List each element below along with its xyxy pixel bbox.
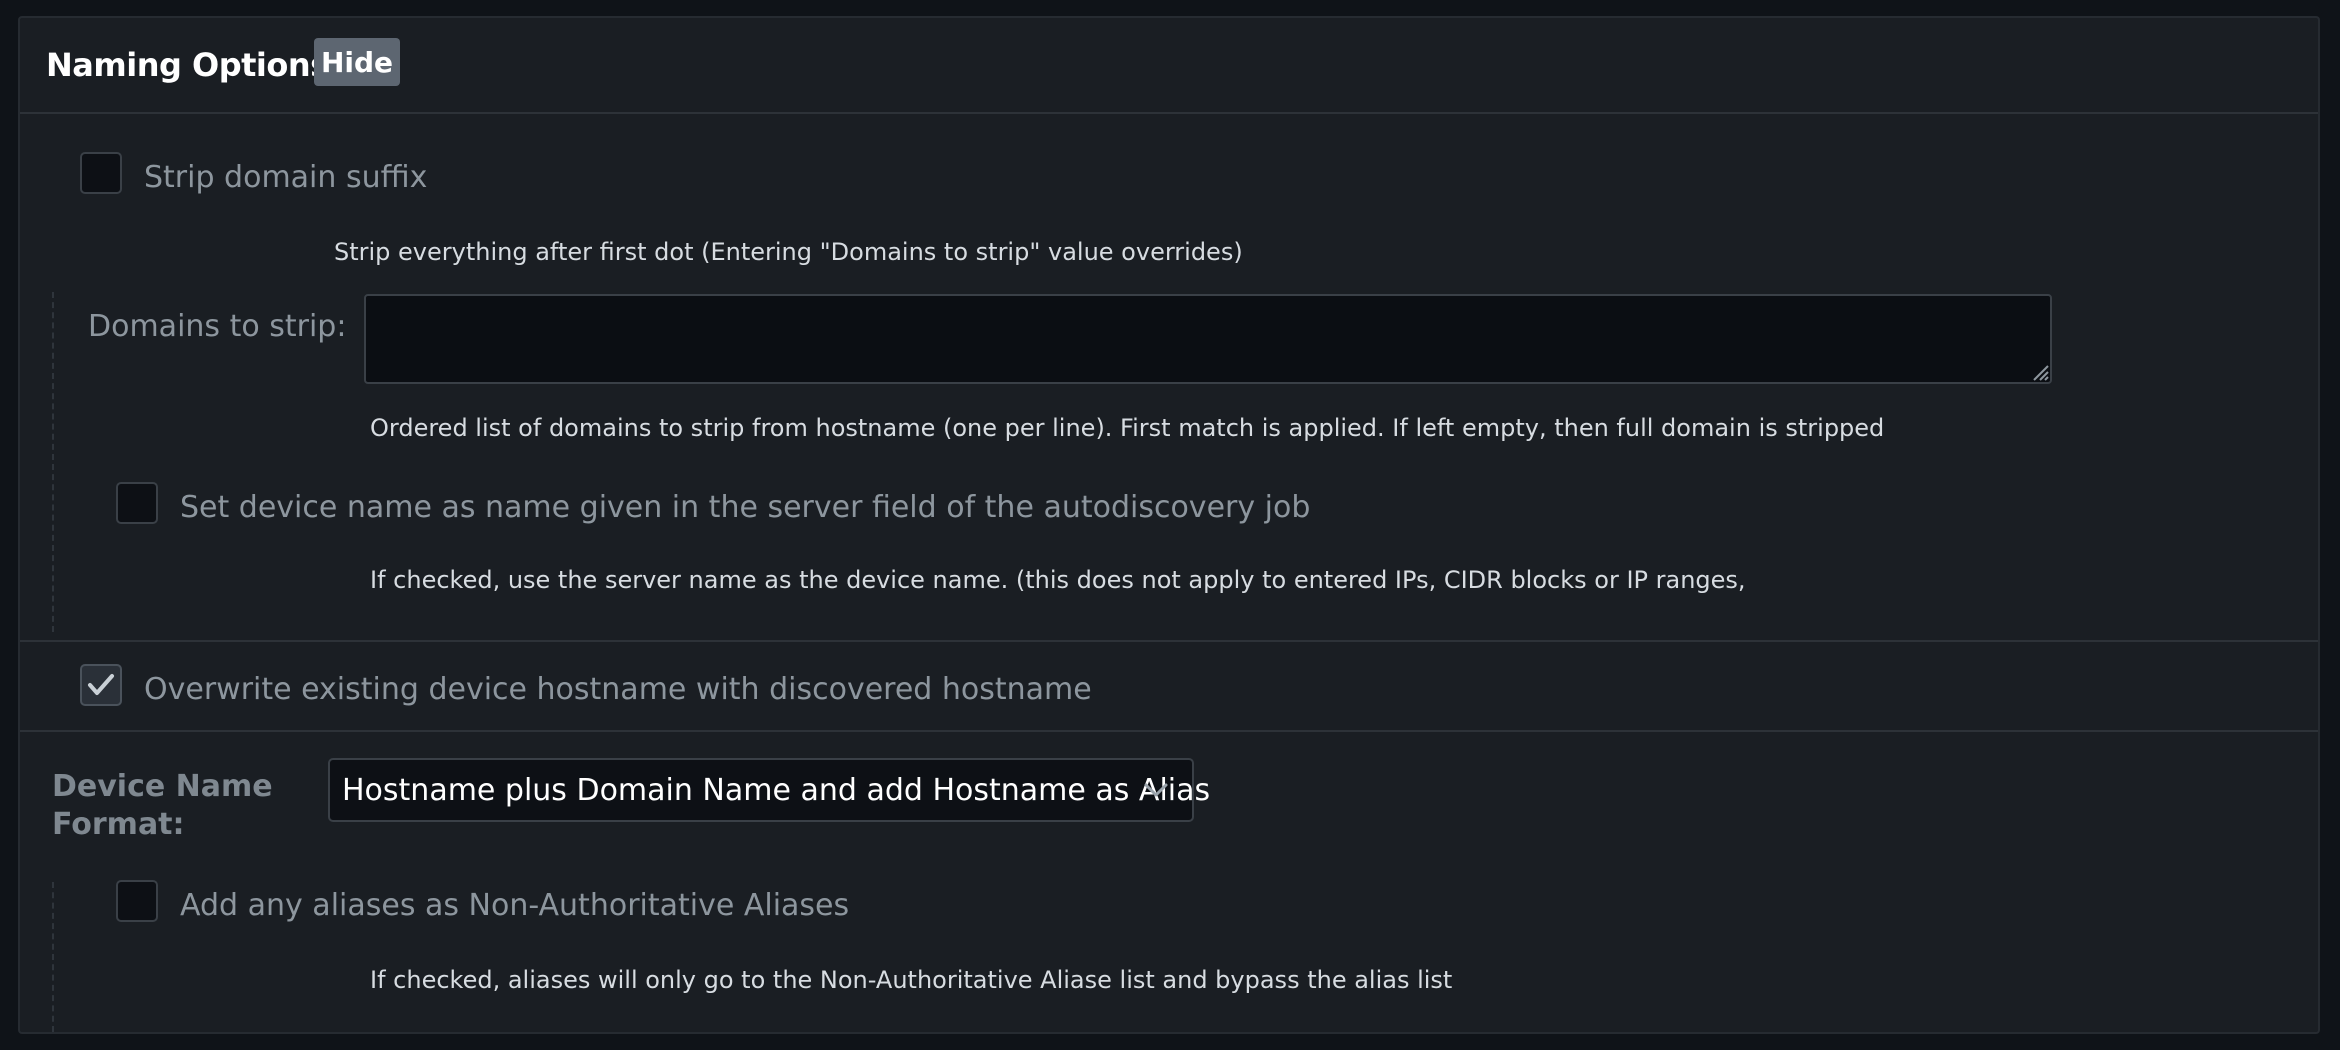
strip-domain-label: Strip domain suffix (144, 160, 428, 195)
overwrite-hostname-label: Overwrite existing device hostname with … (144, 672, 1092, 707)
server-name-label: Set device name as name given in the ser… (180, 490, 1311, 525)
overwrite-hostname-checkbox[interactable] (80, 664, 122, 706)
device-name-format-value: Hostname plus Domain Name and add Hostna… (342, 773, 1211, 808)
naming-options-panel: Naming Options Hide Strip domain suffix … (18, 16, 2320, 1034)
server-name-checkbox[interactable] (116, 482, 158, 524)
chevron-down-icon (1144, 783, 1168, 797)
nested-guide (52, 882, 54, 1032)
strip-domain-checkbox[interactable] (80, 152, 122, 194)
section-divider (20, 730, 2318, 732)
aliases-help: If checked, aliases will only go to the … (370, 966, 1453, 994)
section-divider (20, 640, 2318, 642)
domains-to-strip-input[interactable] (364, 294, 2052, 384)
domains-to-strip-help: Ordered list of domains to strip from ho… (370, 414, 1885, 442)
aliases-checkbox[interactable] (116, 880, 158, 922)
aliases-label: Add any aliases as Non-Authoritative Ali… (180, 888, 850, 923)
server-name-help: If checked, use the server name as the d… (370, 566, 1746, 594)
domains-to-strip-label: Domains to strip: (88, 309, 347, 344)
checkmark-icon (88, 674, 114, 695)
resize-grip-icon[interactable] (2032, 364, 2050, 382)
device-name-format-select[interactable]: Hostname plus Domain Name and add Hostna… (328, 758, 1210, 822)
device-name-format-label: Device Name Format: (52, 769, 273, 842)
nested-guide (52, 292, 54, 632)
hide-button[interactable]: Hide (314, 38, 400, 86)
panel-title: Naming Options (46, 46, 329, 84)
panel-header: Naming Options Hide (20, 18, 2318, 114)
strip-domain-help: Strip everything after first dot (Enteri… (334, 238, 1243, 266)
